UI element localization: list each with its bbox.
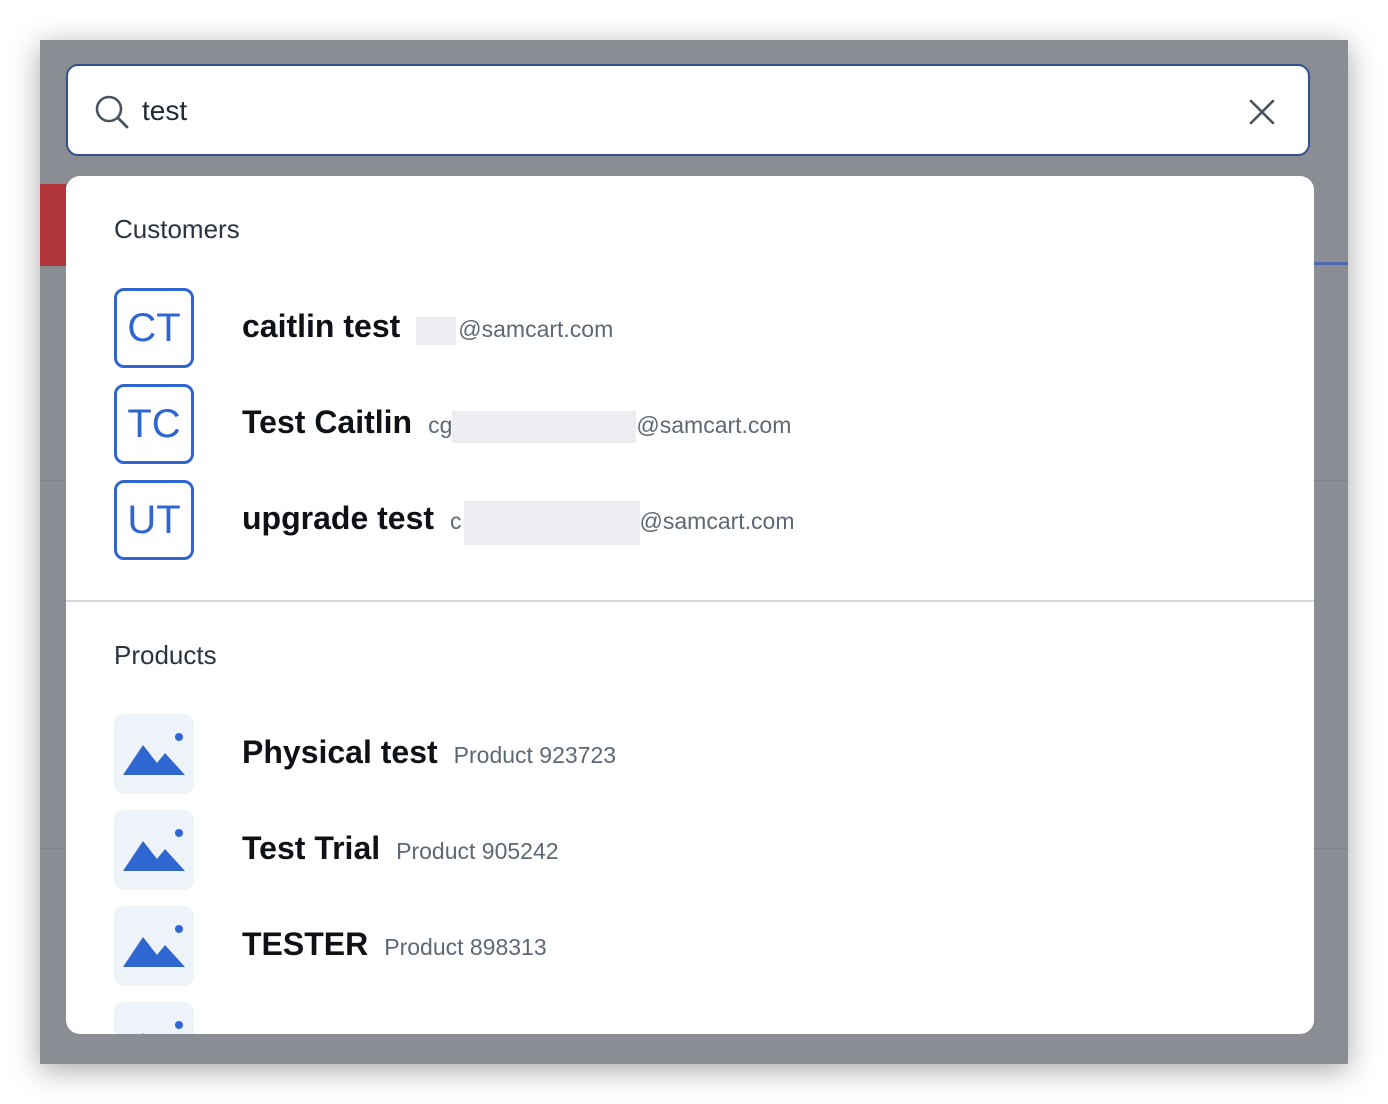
avatar: TC [114, 384, 194, 464]
customer-result-row[interactable]: CT caitlin test @samcart.com [114, 288, 1264, 368]
redacted-block [416, 316, 457, 345]
product-thumbnail [114, 810, 194, 890]
customers-section-title: Customers [114, 214, 240, 244]
product-thumbnail [114, 906, 194, 986]
image-placeholder-icon [123, 733, 185, 775]
customer-result-row[interactable]: TC Test Caitlin cg @samcart.com [114, 384, 1264, 464]
product-result-row[interactable]: Physical test Product 923723 [114, 714, 1264, 794]
customer-result-row[interactable]: UT upgrade test c @samcart.com [114, 480, 1264, 560]
section-divider [66, 600, 1314, 602]
avatar: CT [114, 288, 194, 368]
product-id: Product 923723 [453, 742, 617, 768]
product-id: Product 905242 [396, 838, 559, 864]
background-accent-bar [40, 184, 66, 266]
products-section-title: Products [114, 640, 217, 670]
customer-name: caitlin test [242, 308, 401, 344]
product-thumbnail [114, 1002, 194, 1034]
image-placeholder-icon [123, 925, 185, 967]
search-results-panel: Customers CT caitlin test @samcart.com T… [66, 176, 1314, 1034]
product-id: Product 898313 [384, 934, 547, 960]
customer-name: Test Caitlin [242, 404, 413, 440]
background-tab-underline [1312, 262, 1348, 265]
product-thumbnail [114, 714, 194, 794]
image-placeholder-icon [142, 1021, 183, 1034]
product-result-row[interactable]: TESTER Product 898313 [114, 906, 1264, 986]
avatar: UT [114, 480, 194, 560]
customer-email: @samcart.com [416, 316, 613, 345]
product-name: Test Trial [242, 830, 381, 866]
product-result-row[interactable]: Test Trial Product 905242 [114, 810, 1264, 890]
customer-email-domain: @samcart.com [639, 508, 795, 534]
search-icon [95, 95, 129, 129]
modal-overlay: Customers CT caitlin test @samcart.com T… [40, 40, 1348, 1064]
customer-email-domain: @samcart.com [458, 316, 614, 342]
customer-email: cg @samcart.com [428, 410, 792, 443]
search-bar[interactable] [66, 64, 1310, 156]
product-result-row[interactable] [114, 1002, 1264, 1034]
customer-name: upgrade test [242, 500, 435, 536]
product-name: Physical test [242, 734, 438, 770]
redacted-block [463, 500, 640, 545]
customer-email: c @samcart.com [450, 500, 795, 545]
product-name: TESTER [242, 926, 369, 962]
redacted-block [452, 410, 637, 443]
image-placeholder-icon [123, 829, 185, 871]
search-input[interactable] [142, 88, 1202, 134]
customer-email-prefix: cg [428, 412, 453, 438]
customer-email-prefix: c [450, 508, 462, 534]
customer-email-domain: @samcart.com [636, 412, 792, 438]
close-icon[interactable] [1246, 96, 1278, 128]
